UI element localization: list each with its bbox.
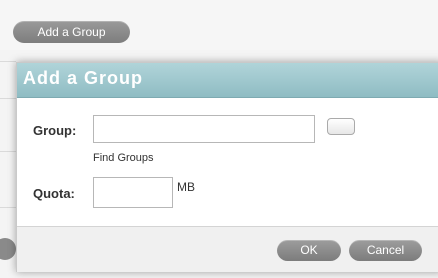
find-groups-link[interactable]: Find Groups xyxy=(93,152,154,164)
group-label: Group: xyxy=(33,123,77,138)
quota-unit: MB xyxy=(177,180,195,194)
dialog-footer: OK Cancel xyxy=(17,226,438,272)
background-divider xyxy=(0,98,16,99)
group-browse-button[interactable] xyxy=(327,118,355,135)
background-divider xyxy=(0,207,16,208)
cancel-button[interactable]: Cancel xyxy=(349,240,422,261)
add-group-button[interactable]: Add a Group xyxy=(13,21,130,43)
page-toolbar: Add a Group xyxy=(0,0,438,50)
background-button xyxy=(0,238,16,260)
dialog-titlebar: Add a Group xyxy=(17,63,438,98)
quota-input[interactable] xyxy=(93,177,173,208)
group-input[interactable] xyxy=(93,115,315,143)
ok-button[interactable]: OK xyxy=(277,240,341,261)
background-divider xyxy=(0,151,16,152)
add-group-dialog: Add a Group Group: Find Groups Quota: MB… xyxy=(16,62,438,272)
dialog-title: Add a Group xyxy=(23,68,143,88)
quota-label: Quota: xyxy=(33,186,75,201)
background-divider xyxy=(0,61,16,62)
